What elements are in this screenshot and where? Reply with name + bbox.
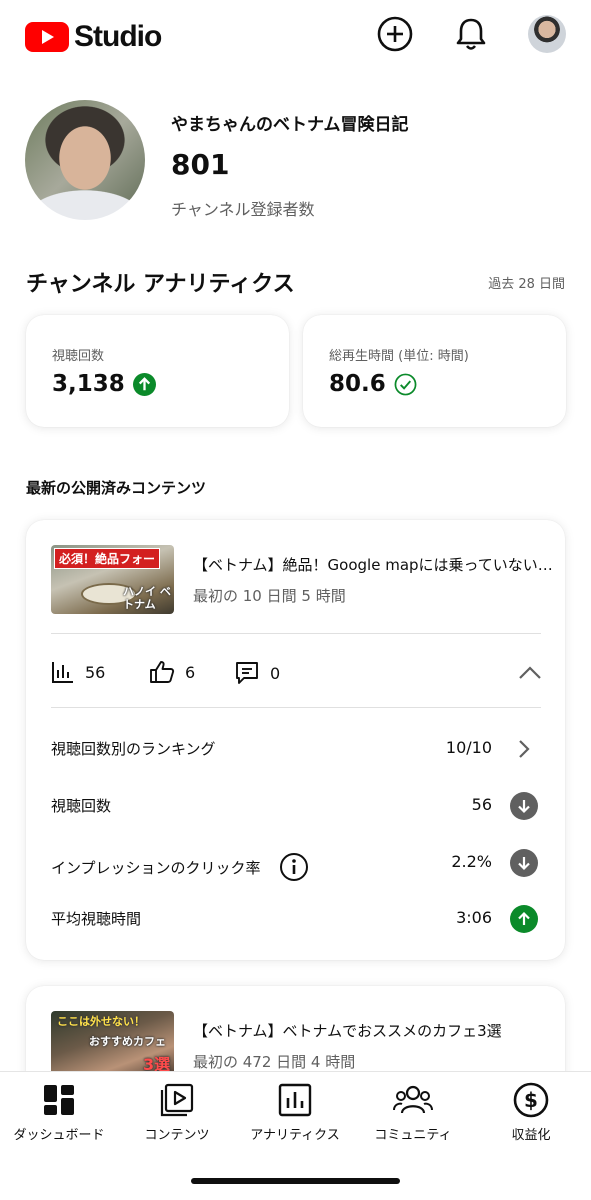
nav-content-label: コンテンツ bbox=[144, 1128, 210, 1143]
subscriber-count: 801 bbox=[171, 148, 230, 181]
nav-dashboard[interactable]: ダッシュボード bbox=[0, 1082, 118, 1143]
views-label: 視聴回数 bbox=[52, 349, 105, 364]
video-subtitle: 最初の 10 日間 5 時間 bbox=[193, 587, 346, 605]
latest-content-title: 最新の公開済みコンテンツ bbox=[26, 479, 207, 497]
svg-text:$: $ bbox=[524, 1088, 538, 1112]
analytics-icon bbox=[278, 1082, 312, 1118]
nav-community[interactable]: コミュニティ bbox=[354, 1082, 472, 1143]
nav-analytics-label: アナリティクス bbox=[250, 1128, 340, 1143]
views-row-label: 視聴回数 bbox=[51, 797, 112, 815]
trend-up-icon bbox=[132, 372, 156, 396]
logo-text: Studio bbox=[74, 20, 162, 53]
comments-metric-value: 0 bbox=[270, 663, 281, 683]
video-thumbnail[interactable]: ここは外せない！ おすすめカフェ 3選 bbox=[51, 1011, 174, 1071]
views-metric: 56 bbox=[51, 660, 105, 684]
account-avatar[interactable] bbox=[528, 15, 566, 53]
thumbnail-caption: おすすめカフェ bbox=[89, 1035, 166, 1048]
subscriber-label: チャンネル登録者数 bbox=[171, 200, 315, 219]
check-circle-icon bbox=[394, 373, 417, 396]
nav-analytics[interactable]: アナリティクス bbox=[236, 1082, 354, 1143]
views-value-wrap: 3,138 bbox=[52, 371, 156, 397]
watch-time-card[interactable]: 総再生時間 (単位: 時間) 80.6 bbox=[303, 315, 566, 427]
nav-monetization-label: 収益化 bbox=[511, 1128, 551, 1143]
thumbnail-number: 3選 bbox=[143, 1055, 171, 1071]
views-card[interactable]: 視聴回数 3,138 bbox=[26, 315, 289, 427]
video-thumbnail[interactable]: 必須！絶品フォー ハノイ ベトナム bbox=[51, 545, 174, 614]
views-value: 3,138 bbox=[52, 371, 125, 397]
video-subtitle: 最初の 472 日間 4 時間 bbox=[193, 1053, 356, 1071]
latest-video-card[interactable]: 必須！絶品フォー ハノイ ベトナム 【ベトナム】絶品！Google mapには乗… bbox=[26, 520, 565, 960]
divider bbox=[51, 633, 541, 634]
views-metric-value: 56 bbox=[85, 662, 106, 682]
ranking-label: 視聴回数別のランキング bbox=[51, 740, 216, 758]
trend-down-icon bbox=[509, 791, 539, 821]
analytics-period: 過去 28 日間 bbox=[488, 277, 565, 292]
bell-icon[interactable] bbox=[451, 14, 491, 54]
main-scroll-area[interactable]: Studio やまちゃんのベトナム冒険日記 801 チャンネル登録者数 チャンネ… bbox=[0, 0, 591, 1071]
comment-icon bbox=[234, 660, 260, 686]
nav-dashboard-label: ダッシュボード bbox=[13, 1128, 105, 1143]
monetization-icon: $ bbox=[513, 1082, 549, 1118]
ctr-row: インプレッションのクリック率 bbox=[51, 852, 309, 882]
ctr-row-label: インプレッションのクリック率 bbox=[51, 858, 261, 877]
nav-monetization[interactable]: $ 収益化 bbox=[472, 1082, 590, 1143]
video-title[interactable]: 【ベトナム】ベトナムでおススメのカフェ3選 bbox=[193, 1020, 563, 1041]
watch-time-value-wrap: 80.6 bbox=[329, 371, 417, 397]
trend-down-icon bbox=[509, 848, 539, 878]
comments-metric: 0 bbox=[234, 660, 280, 686]
chevron-up-icon[interactable] bbox=[517, 660, 543, 690]
studio-logo[interactable]: Studio bbox=[25, 20, 162, 54]
youtube-play-icon bbox=[25, 22, 69, 52]
video-card-2[interactable]: ここは外せない！ おすすめカフェ 3選 【ベトナム】ベトナムでおススメのカフェ3… bbox=[26, 986, 565, 1071]
avg-view-value: 3:06 bbox=[456, 908, 492, 927]
thumbnail-text: ここは外せない！ bbox=[57, 1015, 145, 1028]
create-icon[interactable] bbox=[375, 14, 415, 54]
trend-up-icon bbox=[509, 904, 539, 934]
nav-community-label: コミュニティ bbox=[374, 1128, 452, 1143]
likes-metric: 6 bbox=[149, 660, 195, 684]
chevron-right-icon[interactable] bbox=[509, 734, 539, 764]
thumbnail-text: 必須！絶品フォー bbox=[54, 548, 161, 569]
divider bbox=[51, 707, 541, 708]
watch-time-value: 80.6 bbox=[329, 371, 386, 397]
bar-chart-icon bbox=[51, 660, 75, 684]
watch-time-label: 総再生時間 (単位: 時間) bbox=[329, 349, 469, 364]
thumbs-up-icon bbox=[149, 660, 175, 684]
views-row-value: 56 bbox=[471, 795, 492, 814]
nav-content[interactable]: コンテンツ bbox=[118, 1082, 236, 1143]
community-icon bbox=[393, 1082, 433, 1118]
info-icon[interactable] bbox=[279, 852, 309, 882]
channel-name: やまちゃんのベトナム冒険日記 bbox=[171, 115, 409, 135]
app-header: Studio bbox=[0, 0, 591, 72]
ranking-value: 10/10 bbox=[445, 738, 492, 757]
likes-metric-value: 6 bbox=[185, 662, 196, 682]
dashboard-icon bbox=[42, 1082, 76, 1118]
thumbnail-caption: ハノイ ベトナム bbox=[123, 585, 171, 611]
avg-view-label: 平均視聴時間 bbox=[51, 910, 142, 928]
video-title[interactable]: 【ベトナム】絶品！Google mapには乗っていない穴場フォー bbox=[193, 554, 563, 575]
analytics-title: チャンネル アナリティクス bbox=[26, 272, 295, 297]
home-indicator bbox=[191, 1178, 400, 1184]
channel-avatar[interactable] bbox=[25, 100, 145, 220]
content-icon bbox=[160, 1082, 194, 1118]
ctr-row-value: 2.2% bbox=[451, 852, 492, 871]
